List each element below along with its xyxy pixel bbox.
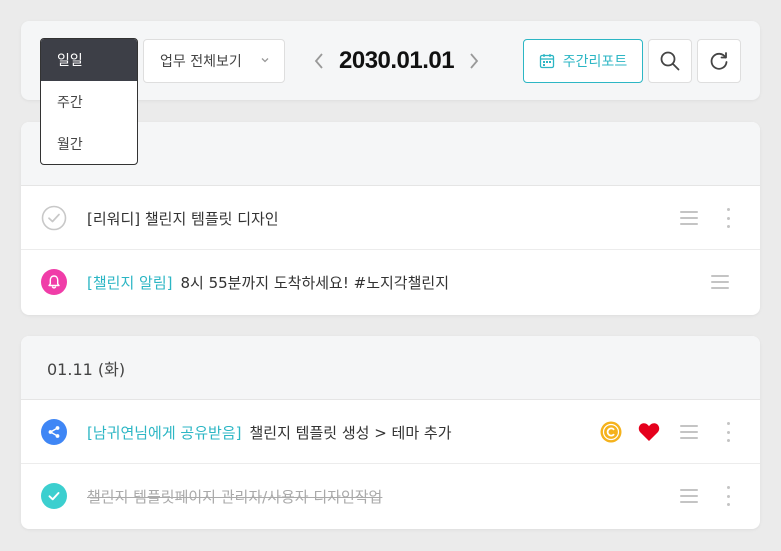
task-row[interactable]: [리워디] 챌린지 템플릿 디자인 [21,186,760,250]
task-text: [리워디] 챌린지 템플릿 디자인 [87,186,279,250]
heart-icon[interactable] [638,422,660,442]
drag-handle-icon[interactable] [680,211,698,225]
weekly-report-label: 주간리포트 [562,54,628,70]
calendar-icon [539,54,554,69]
task-row[interactable]: [남귀연님에게 공유받음] 챌린지 템플릿 생성 > 테마 추가 [21,400,760,464]
drag-handle-icon[interactable] [680,489,698,503]
check-circle-outline-icon[interactable] [41,205,67,231]
task-title: 챌린지 템플릿페이지 관리자/사용자 디자인작업 [87,487,383,506]
task-text: [챌린지 알림] 8시 55분까지 도착하세요! #노지각챌린지 [87,250,449,314]
view-option-daily[interactable]: 일일 [41,39,137,81]
check-circle-filled-icon[interactable] [41,483,67,509]
chevron-left-icon[interactable] [311,51,327,71]
more-options-icon[interactable] [726,422,730,442]
task-row[interactable]: 챌린지 템플릿페이지 관리자/사용자 디자인작업 [21,464,760,528]
view-option-monthly[interactable]: 월간 [41,123,137,164]
chevron-down-icon [261,58,269,63]
task-text: 챌린지 템플릿페이지 관리자/사용자 디자인작업 [87,464,382,528]
refresh-button[interactable] [697,39,741,83]
current-date-title: 2030.01.01 [339,47,455,74]
date-navigation: 2030.01.01 [311,39,482,83]
task-row[interactable]: [챌린지 알림] 8시 55분까지 도착하세요! #노지각챌린지 [21,250,760,314]
drag-handle-icon[interactable] [711,275,729,289]
chevron-right-icon[interactable] [466,51,482,71]
task-tag: [챌린지 알림] [87,273,173,292]
search-icon [660,51,680,71]
search-button[interactable] [648,39,692,83]
task-text: [남귀연님에게 공유받음] 챌린지 템플릿 생성 > 테마 추가 [87,400,452,464]
view-mode-dropdown[interactable]: 일일 주간 월간 [40,38,138,165]
task-title: 8시 55분까지 도착하세요! #노지각챌린지 [180,273,450,292]
task-tag: [남귀연님에게 공유받음] [87,423,242,442]
task-filter-select[interactable]: 업무 전체보기 [143,39,285,83]
task-group-header: 01.11 (화) [21,336,760,400]
share-icon [41,419,67,445]
drag-handle-icon[interactable] [680,425,698,439]
task-title: [리워디] 챌린지 템플릿 디자인 [87,209,279,228]
bell-icon [41,269,67,295]
refresh-icon [710,52,728,70]
task-filter-label: 업무 전체보기 [160,54,242,70]
coin-icon [600,421,622,443]
weekly-report-button[interactable]: 주간리포트 [523,39,643,83]
more-options-icon[interactable] [726,208,730,228]
toolbar: 일일 주간 월간 업무 전체보기 2030.01.01 주간리포트 [21,21,760,165]
task-group-2: 01.11 (화) [남귀연님에게 공유받음] 챌린지 템플릿 생성 > 테마 … [21,336,760,529]
task-title: 챌린지 템플릿 생성 > 테마 추가 [249,423,452,442]
view-option-weekly[interactable]: 주간 [41,81,137,123]
more-options-icon[interactable] [726,486,730,506]
